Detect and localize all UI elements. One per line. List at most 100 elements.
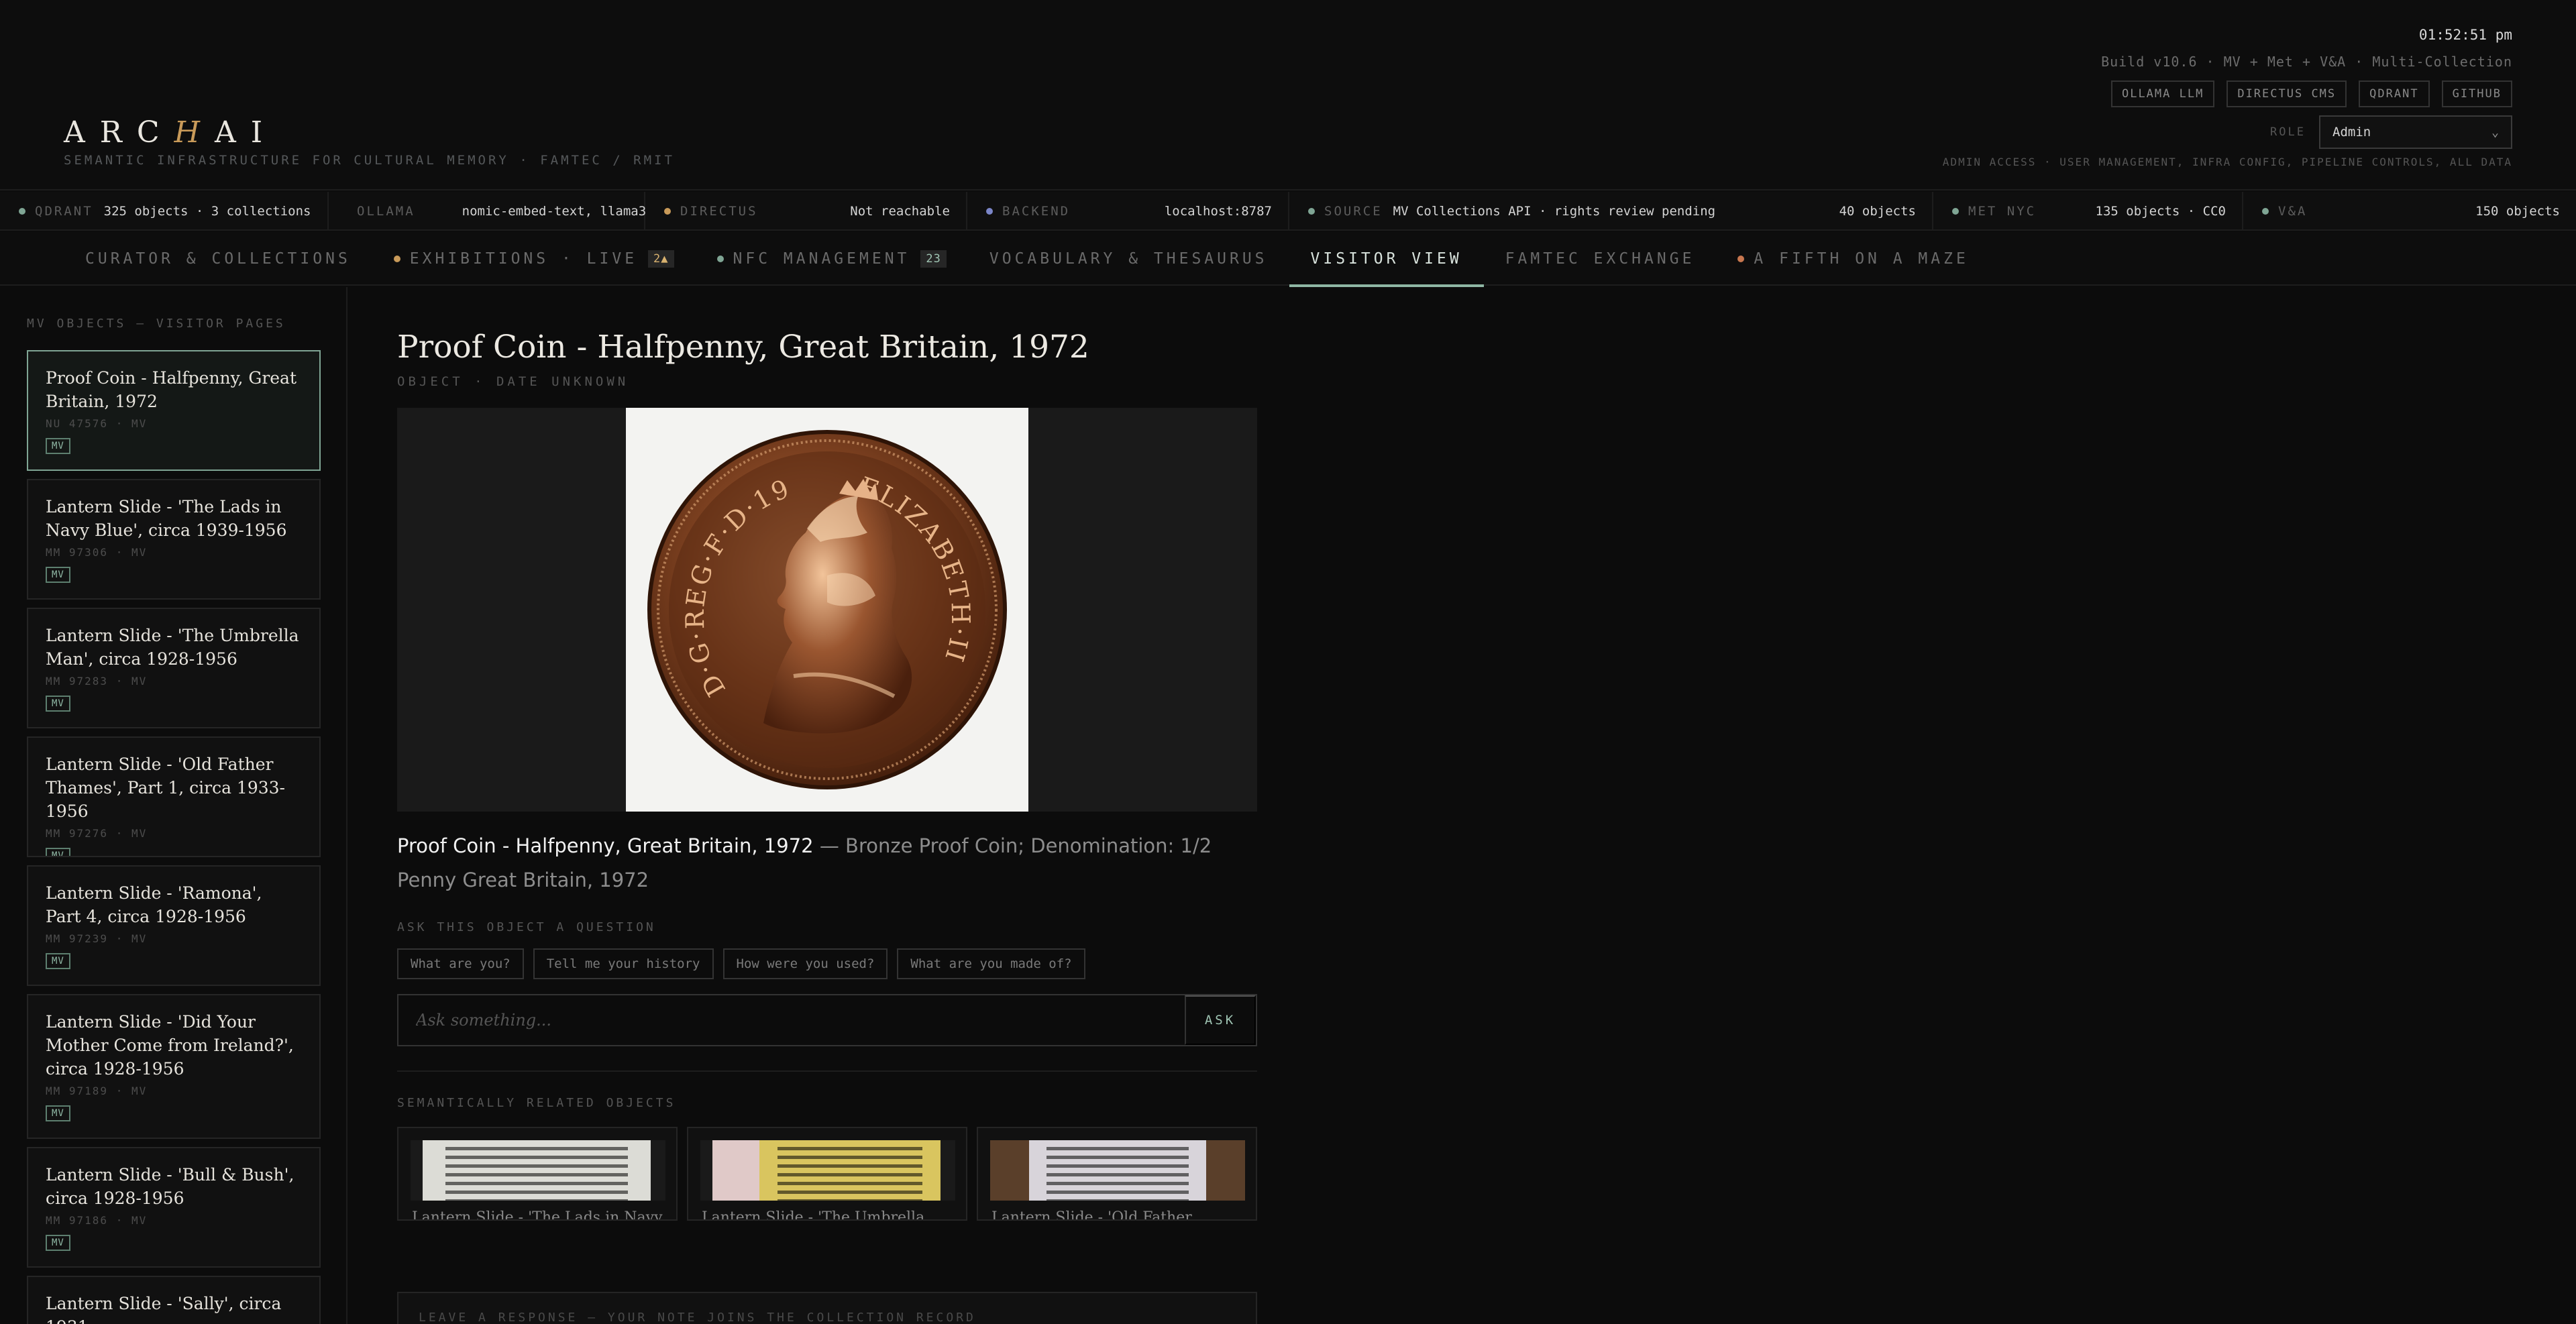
page-title: Proof Coin - Halfpenny, Great Britain, 1…: [397, 329, 1089, 366]
collection-badge: MV: [46, 1235, 70, 1251]
status-dot-icon: [393, 256, 400, 262]
status-value: MV Collections API · rights review pendi…: [1393, 204, 1716, 219]
question-chips: What are you? Tell me your history How w…: [397, 948, 1085, 979]
tab-nfc-management[interactable]: NFC MANAGEMENT 23: [696, 232, 968, 286]
object-caption: Proof Coin - Halfpenny, Great Britain, 1…: [397, 829, 1257, 897]
object-list-item[interactable]: Lantern Slide - 'Ramona', Part 4, circa …: [27, 865, 321, 986]
collection-badge: MV: [46, 1105, 70, 1121]
ollama-link-button[interactable]: OLLAMA LLM: [2110, 80, 2215, 107]
object-title: Proof Coin - Halfpenny, Great Britain, 1…: [46, 368, 297, 411]
object-title: Lantern Slide - 'Did Your Mother Come fr…: [46, 1012, 294, 1079]
sidebar-title: MV OBJECTS — VISITOR PAGES: [27, 317, 286, 331]
role-select[interactable]: Admin ⌄: [2319, 115, 2512, 149]
access-description: ADMIN ACCESS · USER MANAGEMENT, INFRA CO…: [1942, 156, 2512, 168]
status-value: 325 objects · 3 collections: [103, 204, 311, 219]
status-ollama[interactable]: OLLAMA nomic-embed-text, llama3: [329, 192, 646, 231]
tab-label: VOCABULARY & THESAURUS: [989, 250, 1268, 268]
response-label: LEAVE A RESPONSE — YOUR NOTE JOINS THE C…: [419, 1311, 976, 1324]
status-dot-icon: [1737, 256, 1745, 262]
object-title: Lantern Slide - 'Sally', circa 1931-: [46, 1294, 282, 1324]
related-section-label: SEMANTICALLY RELATED OBJECTS: [397, 1096, 676, 1110]
related-thumbnail: [700, 1140, 955, 1201]
tab-famtec-exchange[interactable]: FAMTEC EXCHANGE: [1484, 232, 1717, 286]
related-object-card[interactable]: Lantern Slide - 'The Umbrella Man', circ…: [687, 1127, 967, 1221]
object-list-item[interactable]: Lantern Slide - 'The Umbrella Man', circ…: [27, 608, 321, 728]
object-list-item[interactable]: Proof Coin - Halfpenny, Great Britain, 1…: [27, 350, 321, 471]
status-met[interactable]: MET NYC 135 objects · CC0: [1933, 192, 2243, 231]
object-id: MM 97276 · MV: [46, 827, 148, 840]
build-info: Build v10.6 · MV + Met + V&A · Multi-Col…: [2101, 54, 2512, 70]
status-backend[interactable]: BACKEND localhost:8787: [967, 192, 1289, 231]
collection-badge: MV: [46, 438, 70, 454]
clock: 01:52:51 pm: [2418, 27, 2512, 43]
app-header: ARCHAI SEMANTIC INFRASTRUCTURE FOR CULTU…: [0, 0, 2576, 190]
question-chip[interactable]: What are you?: [397, 948, 524, 979]
status-dot-icon: [664, 208, 671, 215]
github-link-button[interactable]: GITHUB: [2441, 80, 2512, 107]
status-value: 150 objects: [2475, 204, 2560, 219]
object-title: Lantern Slide - 'The Umbrella Man', circ…: [46, 626, 299, 669]
external-links: OLLAMA LLM DIRECTUS CMS QDRANT GITHUB: [2110, 80, 2512, 107]
related-thumbnail: [411, 1140, 665, 1201]
status-vam[interactable]: V&A 150 objects: [2243, 192, 2576, 231]
question-chip[interactable]: Tell me your history: [533, 948, 714, 979]
object-list-item[interactable]: Lantern Slide - 'Did Your Mother Come fr…: [27, 994, 321, 1139]
related-caption: Lantern Slide - 'The Umbrella Man', circ…: [702, 1209, 925, 1221]
role-selector-row: ROLE Admin ⌄: [2270, 115, 2512, 149]
tab-visitor-view[interactable]: VISITOR VIEW: [1289, 232, 1484, 287]
role-label: ROLE: [2270, 125, 2306, 139]
ask-input[interactable]: [398, 995, 1185, 1045]
object-title: Lantern Slide - 'Old Father Thames', Par…: [46, 755, 285, 821]
tab-curator-collections[interactable]: CURATOR & COLLECTIONS: [64, 232, 372, 286]
tab-vocabulary-thesaurus[interactable]: VOCABULARY & THESAURUS: [968, 232, 1289, 286]
lantern-slide-image: [423, 1140, 651, 1201]
qdrant-link-button[interactable]: QDRANT: [2359, 80, 2430, 107]
related-object-card[interactable]: Lantern Slide - 'Old Father Thames', Par…: [977, 1127, 1257, 1221]
directus-link-button[interactable]: DIRECTUS CMS: [2226, 80, 2347, 107]
tab-a-fifth-on-a-maze[interactable]: A FIFTH ON A MAZE: [1716, 232, 1990, 286]
status-dot-icon: [1308, 208, 1315, 215]
object-title: Lantern Slide - 'Bull & Bush', circa 192…: [46, 1165, 294, 1208]
related-object-card[interactable]: Lantern Slide - 'The Lads in Navy Blue',…: [397, 1127, 678, 1221]
object-list-item[interactable]: Lantern Slide - 'Old Father Thames', Par…: [27, 736, 321, 857]
ask-section-label: ASK THIS OBJECT A QUESTION: [397, 920, 656, 934]
object-sidebar: MV OBJECTS — VISITOR PAGES Proof Coin - …: [0, 287, 347, 1324]
question-chip[interactable]: What are you made of?: [897, 948, 1085, 979]
status-label: MET NYC: [1968, 204, 2037, 219]
status-dot-icon: [986, 208, 993, 215]
object-id: NU 47576 · MV: [46, 417, 148, 430]
status-dot-icon: [19, 208, 25, 215]
lantern-slide-image: [1029, 1140, 1206, 1201]
coin-image: D·G·REG·F·D·1972 ELIZABETH·II: [616, 384, 1007, 789]
status-label: V&A: [2278, 204, 2308, 219]
status-bar: QDRANT 325 objects · 3 collections OLLAM…: [0, 192, 2576, 231]
object-id: MM 97189 · MV: [46, 1085, 148, 1097]
related-caption: Lantern Slide - 'The Lads in Navy Blue',…: [412, 1209, 663, 1221]
status-source[interactable]: SOURCE MV Collections API · rights revie…: [1289, 192, 1933, 231]
collection-badge: MV: [46, 848, 70, 856]
object-list-item[interactable]: Lantern Slide - 'Bull & Bush', circa 192…: [27, 1147, 321, 1268]
status-label: DIRECTUS: [680, 204, 758, 219]
related-caption: Lantern Slide - 'Old Father Thames', Par…: [991, 1209, 1192, 1221]
status-value: localhost:8787: [1164, 204, 1272, 219]
status-dot-icon: [716, 256, 724, 262]
app-tagline: SEMANTIC INFRASTRUCTURE FOR CULTURAL MEM…: [64, 153, 675, 168]
object-title: Lantern Slide - 'The Lads in Navy Blue',…: [46, 497, 287, 540]
tab-exhibitions-live[interactable]: EXHIBITIONS · LIVE 2▲: [372, 232, 696, 286]
ask-form: ASK: [397, 994, 1257, 1046]
status-qdrant[interactable]: QDRANT 325 objects · 3 collections: [0, 192, 329, 231]
tab-label: FAMTEC EXCHANGE: [1505, 250, 1695, 268]
status-label: QDRANT: [35, 204, 93, 219]
status-label: OLLAMA: [357, 204, 415, 219]
object-list-item[interactable]: Lantern Slide - 'Sally', circa 1931-: [27, 1276, 321, 1324]
question-chip[interactable]: How were you used?: [722, 948, 888, 979]
lantern-slide-image: [712, 1140, 759, 1201]
status-directus[interactable]: DIRECTUS Not reachable: [645, 192, 967, 231]
object-meta: OBJECT · DATE UNKNOWN: [397, 374, 629, 389]
status-count: 40 objects: [1839, 204, 1916, 219]
response-box[interactable]: LEAVE A RESPONSE — YOUR NOTE JOINS THE C…: [397, 1292, 1257, 1324]
app-logo[interactable]: ARCHAI: [64, 115, 277, 150]
object-list-item[interactable]: Lantern Slide - 'The Lads in Navy Blue',…: [27, 479, 321, 600]
object-image[interactable]: D·G·REG·F·D·1972 ELIZABETH·II: [616, 384, 1028, 812]
ask-button[interactable]: ASK: [1185, 995, 1256, 1045]
